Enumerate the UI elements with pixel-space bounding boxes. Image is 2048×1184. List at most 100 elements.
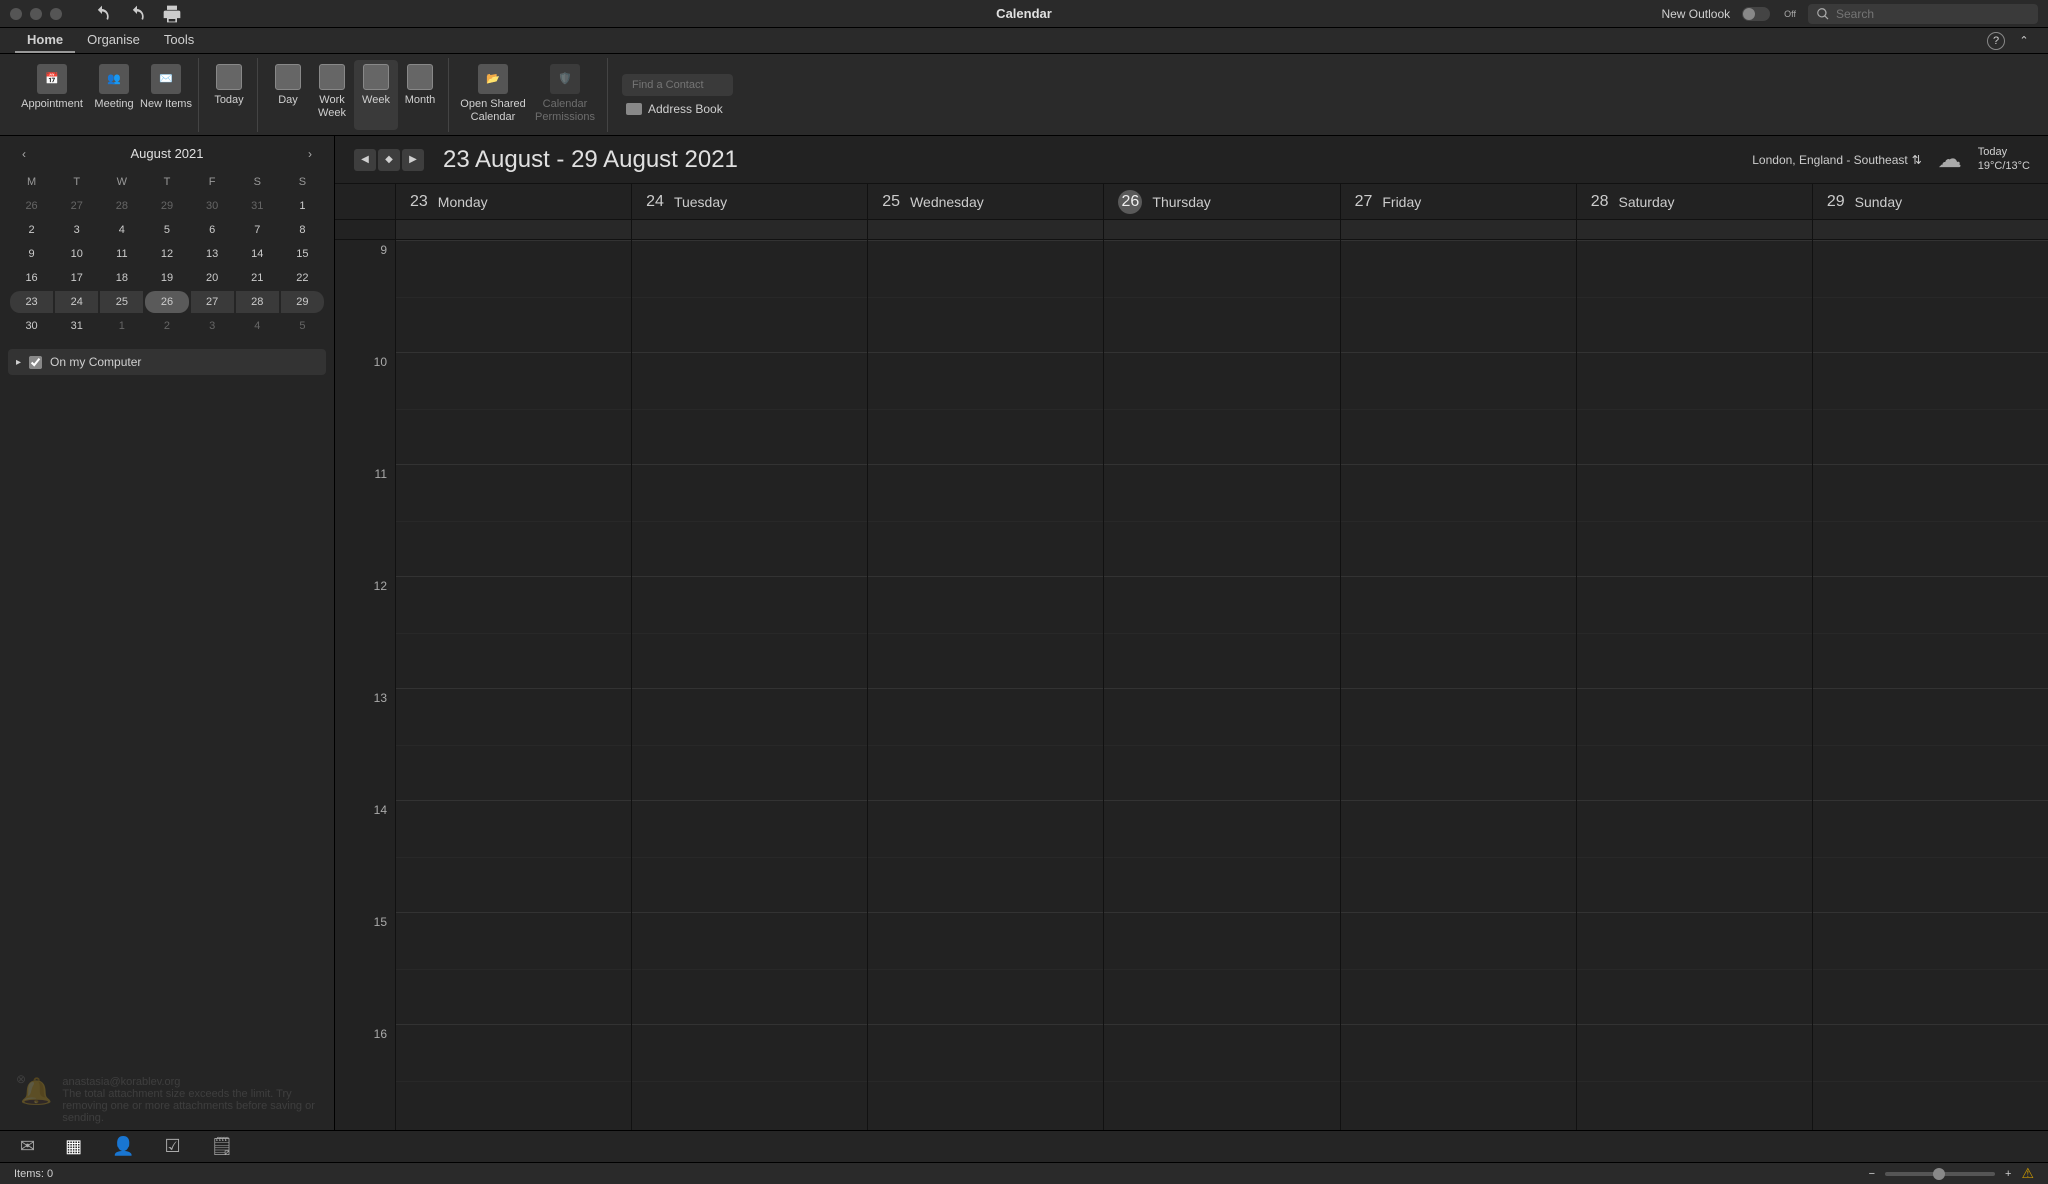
- mini-day-cell[interactable]: 21: [236, 267, 279, 289]
- mini-day-cell[interactable]: 2: [10, 219, 53, 241]
- hour-cell[interactable]: [1577, 912, 1812, 1024]
- hour-cell[interactable]: [396, 240, 631, 352]
- mini-day-cell[interactable]: 25: [100, 291, 143, 313]
- mini-day-cell[interactable]: 1: [100, 315, 143, 337]
- collapse-ribbon-icon[interactable]: ⌃: [2015, 32, 2033, 50]
- mini-day-cell[interactable]: 11: [100, 243, 143, 265]
- mini-week-row[interactable]: 303112345: [10, 315, 324, 337]
- hour-cell[interactable]: [868, 912, 1103, 1024]
- hour-cell[interactable]: [1577, 352, 1812, 464]
- hour-cell[interactable]: [1104, 576, 1339, 688]
- hour-cell[interactable]: [632, 576, 867, 688]
- allday-cell[interactable]: [1812, 220, 2048, 239]
- hour-cell[interactable]: [1577, 688, 1812, 800]
- mini-day-cell[interactable]: 31: [236, 195, 279, 217]
- day-column[interactable]: [631, 240, 867, 1130]
- hour-cell[interactable]: [632, 1024, 867, 1130]
- mini-day-cell[interactable]: 29: [281, 291, 324, 313]
- mini-day-cell[interactable]: 26: [10, 195, 53, 217]
- day-column[interactable]: [395, 240, 631, 1130]
- hour-cell[interactable]: [632, 912, 867, 1024]
- meeting-button[interactable]: 👥 Meeting: [88, 60, 140, 130]
- mini-day-cell[interactable]: 30: [10, 315, 53, 337]
- day-header[interactable]: 24Tuesday: [631, 184, 867, 219]
- mini-day-cell[interactable]: 28: [100, 195, 143, 217]
- hour-cell[interactable]: [1577, 464, 1812, 576]
- menu-tab-home[interactable]: Home: [15, 28, 75, 53]
- mini-day-cell[interactable]: 27: [191, 291, 234, 313]
- mini-day-cell[interactable]: 31: [55, 315, 98, 337]
- zoom-in-button[interactable]: +: [2005, 1168, 2011, 1180]
- global-search[interactable]: [1808, 4, 2038, 24]
- mini-day-cell[interactable]: 28: [236, 291, 279, 313]
- hour-cell[interactable]: [1577, 576, 1812, 688]
- hour-cell[interactable]: [868, 1024, 1103, 1130]
- new-outlook-toggle[interactable]: [1742, 7, 1770, 21]
- mini-week-row[interactable]: 9101112131415: [10, 243, 324, 265]
- mini-day-cell[interactable]: 16: [10, 267, 53, 289]
- hour-cell[interactable]: [1813, 240, 2048, 352]
- allday-cell[interactable]: [1576, 220, 1812, 239]
- mini-day-cell[interactable]: 6: [191, 219, 234, 241]
- hour-cell[interactable]: [868, 800, 1103, 912]
- hour-cell[interactable]: [1813, 576, 2048, 688]
- hour-cell[interactable]: [396, 1024, 631, 1130]
- mini-day-cell[interactable]: 24: [55, 291, 98, 313]
- zoom-thumb[interactable]: [1933, 1168, 1945, 1180]
- hour-cell[interactable]: [632, 352, 867, 464]
- day-column[interactable]: [867, 240, 1103, 1130]
- hour-cell[interactable]: [1104, 912, 1339, 1024]
- day-header[interactable]: 25Wednesday: [867, 184, 1103, 219]
- hour-cell[interactable]: [1813, 688, 2048, 800]
- hour-cell[interactable]: [1813, 352, 2048, 464]
- hour-cell[interactable]: [1341, 800, 1576, 912]
- hour-cell[interactable]: [1813, 464, 2048, 576]
- search-input[interactable]: [1836, 7, 2030, 21]
- tasks-module-icon[interactable]: ☑: [165, 1136, 181, 1157]
- find-contact-input[interactable]: [632, 79, 722, 91]
- hour-cell[interactable]: [632, 464, 867, 576]
- hour-cell[interactable]: [1577, 240, 1812, 352]
- allday-cell[interactable]: [867, 220, 1103, 239]
- hour-cell[interactable]: [1341, 352, 1576, 464]
- hour-cell[interactable]: [1341, 1024, 1576, 1130]
- hour-cell[interactable]: [1813, 1024, 2048, 1130]
- mini-day-cell[interactable]: 5: [145, 219, 188, 241]
- hour-cell[interactable]: [1813, 912, 2048, 1024]
- cal-today-nav-icon[interactable]: ◆: [378, 149, 400, 171]
- hour-cell[interactable]: [868, 240, 1103, 352]
- calendar-module-icon[interactable]: ▦: [65, 1136, 82, 1157]
- mini-day-cell[interactable]: 27: [55, 195, 98, 217]
- allday-cell[interactable]: [631, 220, 867, 239]
- calendar-grid-scroll[interactable]: 910111213141516: [335, 240, 2048, 1130]
- mini-day-cell[interactable]: 1: [281, 195, 324, 217]
- address-book-button[interactable]: Address Book: [616, 102, 733, 116]
- print-icon[interactable]: [162, 4, 182, 24]
- mini-day-cell[interactable]: 3: [191, 315, 234, 337]
- find-contact-search[interactable]: [622, 74, 733, 96]
- hour-cell[interactable]: [868, 352, 1103, 464]
- notification-close-icon[interactable]: ⊗: [16, 1072, 26, 1086]
- day-header[interactable]: 23Monday: [395, 184, 631, 219]
- hour-cell[interactable]: [1104, 352, 1339, 464]
- mini-day-cell[interactable]: 3: [55, 219, 98, 241]
- menu-tab-tools[interactable]: Tools: [152, 28, 206, 53]
- mini-day-cell[interactable]: 7: [236, 219, 279, 241]
- people-module-icon[interactable]: 👤: [112, 1136, 134, 1157]
- hour-cell[interactable]: [632, 688, 867, 800]
- mail-module-icon[interactable]: ✉: [20, 1136, 35, 1157]
- allday-cell[interactable]: [1340, 220, 1576, 239]
- notes-module-icon[interactable]: 🗒: [211, 1136, 234, 1157]
- hour-cell[interactable]: [1813, 800, 2048, 912]
- mini-day-cell[interactable]: 17: [55, 267, 98, 289]
- allday-cell[interactable]: [1103, 220, 1339, 239]
- mini-day-cell[interactable]: 2: [145, 315, 188, 337]
- mini-day-cell[interactable]: 12: [145, 243, 188, 265]
- mini-day-cell[interactable]: 30: [191, 195, 234, 217]
- zoom-slider[interactable]: [1885, 1172, 1995, 1176]
- mini-day-cell[interactable]: 13: [191, 243, 234, 265]
- mini-week-row[interactable]: 2345678: [10, 219, 324, 241]
- redo-icon[interactable]: [127, 4, 147, 24]
- day-column[interactable]: [1576, 240, 1812, 1130]
- mini-day-cell[interactable]: 4: [236, 315, 279, 337]
